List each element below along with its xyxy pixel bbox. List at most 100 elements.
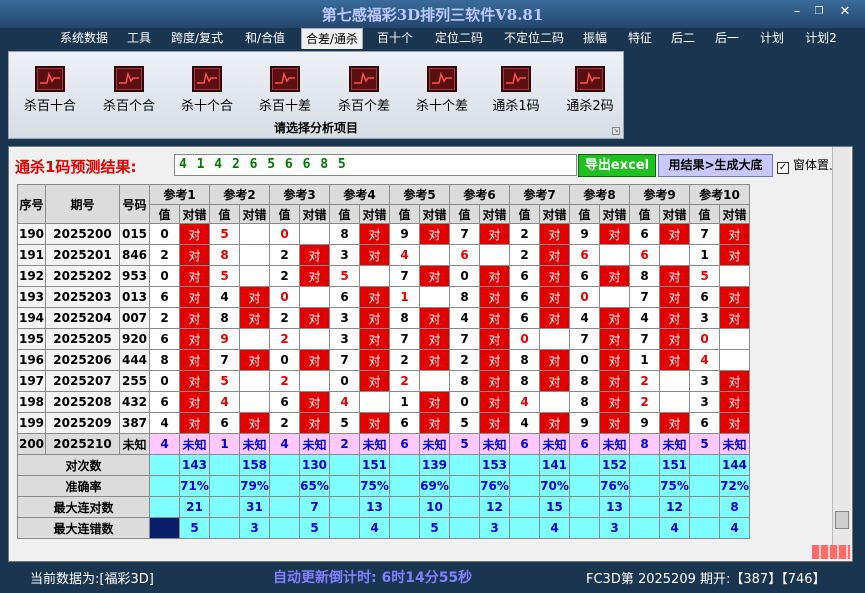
menu-item[interactable]: 计划	[757, 28, 787, 49]
checkbox-icon[interactable]: ✓	[777, 162, 789, 174]
table-row[interactable]: 197 2025207 255 0 对 5 2 0 对 2 8 对 8 对 8 对 2 3 对	[17, 370, 750, 392]
seq-cell: 198	[17, 391, 46, 413]
menu-item[interactable]: 工具	[124, 28, 154, 49]
ref-header[interactable]: 参考10	[689, 184, 750, 205]
result-empty-cell	[239, 265, 270, 287]
result-empty-cell	[599, 244, 630, 266]
menu-item[interactable]: 特征	[625, 28, 655, 49]
ribbon-button[interactable]: 杀百十合	[15, 66, 85, 114]
ref-value-cell: 3	[329, 328, 360, 350]
menu-item[interactable]: 跨度/复式	[166, 28, 228, 49]
prediction-output[interactable]: 4 1 4 2 6 5 6 6 8 5	[174, 154, 577, 176]
predict-result-cell: 未知	[479, 433, 510, 455]
result-hit-cell: 对	[239, 349, 270, 371]
close-icon[interactable]: ✕	[836, 4, 854, 20]
table-row[interactable]: 191 2025201 846 2 对 8 2 对 3 对 4 6 2 对 6 6 1 对	[17, 244, 750, 266]
ref-value-cell: 8	[329, 223, 360, 245]
ref-value-cell: 4	[209, 391, 240, 413]
ribbon-expand-icon[interactable]: ↘	[612, 127, 620, 135]
ribbon-caption: 请选择分析项目	[273, 121, 358, 135]
stats-value-cell: 12	[659, 496, 690, 518]
analysis-panel: 通杀1码预测结果: 4 1 4 2 6 5 6 6 8 5 导出excel 用结…	[8, 146, 853, 562]
predict-row[interactable]: 200 2025210 未知 4 未知 1 未知 4 未知 2 未知 6 未知 5 未知 6 未知 6 未知 8 未知 5…	[17, 433, 750, 455]
ref-value-cell: 9	[629, 412, 660, 434]
menu-item[interactable]: 和/合值	[240, 28, 290, 49]
table-row[interactable]: 196 2025206 444 8 对 7 对 0 对 7 对 2 对 2 对 8 对 0 对 1 对 4	[17, 349, 750, 371]
result-subheader: 对错	[479, 204, 510, 224]
generate-base-button[interactable]: 用结果>生成大底	[658, 154, 773, 177]
ribbon-button[interactable]: 杀百个差	[329, 66, 399, 114]
ref-header[interactable]: 参考5	[389, 184, 450, 205]
ref-value-cell: 1	[629, 349, 660, 371]
predict-value-cell: 6	[509, 433, 540, 455]
restore-icon[interactable]: ❐	[810, 4, 828, 20]
issue-cell: 2025205	[45, 328, 120, 350]
table-row[interactable]: 190 2025200 015 0 对 5 0 8 对 9 对 7 对 2 对 9 对 6 对 7 对	[17, 223, 750, 245]
menu-item[interactable]: 合差/通杀	[301, 28, 363, 49]
menu-item[interactable]: 定位二码	[430, 28, 488, 49]
menu-item[interactable]: 振幅	[580, 28, 610, 49]
table-row[interactable]: 198 2025208 432 6 对 4 6 对 4 1 对 0 对 4 8 对 2 3 对	[17, 391, 750, 413]
ref-value-cell: 2	[269, 412, 300, 434]
table-row[interactable]: 195 2025205 920 6 对 9 2 3 对 7 对 7 对 0 7 对 7 对 0	[17, 328, 750, 350]
ref-value-cell: 6	[689, 286, 720, 308]
col-issue-header: 期号	[45, 184, 120, 224]
ref-value-cell: 6	[149, 286, 180, 308]
ribbon-button[interactable]: 杀百十差	[250, 66, 320, 114]
vertical-scrollbar[interactable]	[832, 147, 850, 547]
ref-value-cell: 6	[209, 412, 240, 434]
code-cell: 846	[119, 244, 150, 266]
window-title: 第七感福彩3D排列三软件V8.81	[321, 6, 544, 24]
chart-icon	[270, 66, 300, 92]
result-hit-cell: 对	[719, 307, 750, 329]
ref-header[interactable]: 参考1	[149, 184, 210, 205]
ref-header[interactable]: 参考3	[269, 184, 330, 205]
scrollbar-thumb[interactable]	[835, 511, 849, 529]
table-row[interactable]: 193 2025203 013 6 对 4 对 0 6 对 1 8 对 6 对 0 7 对 6 对	[17, 286, 750, 308]
col-code-header: 号码	[119, 184, 150, 224]
result-hit-cell: 对	[419, 223, 450, 245]
stats-spacer-cell	[149, 454, 180, 476]
result-empty-cell	[239, 370, 270, 392]
menu-item[interactable]: 不定位二码	[500, 28, 568, 49]
ref-value-cell: 6	[389, 412, 420, 434]
menu-bar: 系统数据 工具 跨度/复式 和/合值 合差/通杀 百十个 定位二码 不定位二码 振幅 特征 后二 后一…	[0, 26, 865, 50]
minimize-icon[interactable]: –	[788, 4, 806, 20]
ref-header[interactable]: 参考8	[569, 184, 630, 205]
ref-value-cell: 8	[209, 244, 240, 266]
ribbon-button[interactable]: 杀十个合	[172, 66, 242, 114]
stats-label: 最大连对数	[17, 496, 150, 518]
code-cell: 432	[119, 391, 150, 413]
export-excel-button[interactable]: 导出excel	[578, 154, 656, 177]
ribbon-button[interactable]: 通杀1码	[481, 66, 551, 114]
menu-item[interactable]: 计划2	[800, 28, 842, 49]
stats-spacer-cell	[269, 496, 300, 518]
table-row[interactable]: 194 2025204 007 2 对 8 对 2 对 3 对 8 对 4 对 6 对 4 对 4 对 3 对	[17, 307, 750, 329]
ref-header[interactable]: 参考9	[629, 184, 690, 205]
chart-icon	[349, 66, 379, 92]
result-empty-cell	[419, 370, 450, 392]
result-subheader: 对错	[239, 204, 270, 224]
result-hit-cell: 对	[719, 391, 750, 413]
menu-item[interactable]: 百十个	[376, 28, 414, 49]
table-row[interactable]: 199 2025209 387 4 对 6 对 2 对 5 对 6 对 5 对 4 对 9 对 9 对 6 对	[17, 412, 750, 434]
ref-header[interactable]: 参考6	[449, 184, 510, 205]
result-hit-cell: 对	[539, 307, 570, 329]
ribbon-button[interactable]: 杀十个差	[407, 66, 477, 114]
ribbon-button[interactable]: 杀百个合	[94, 66, 164, 114]
ref-header[interactable]: 参考4	[329, 184, 390, 205]
ref-header[interactable]: 参考7	[509, 184, 570, 205]
menu-item[interactable]: 后一	[712, 28, 742, 49]
menu-item[interactable]: 系统数据	[55, 28, 113, 49]
stats-value-cell: 75%	[659, 475, 690, 497]
menu-item[interactable]: 后二	[668, 28, 698, 49]
table-row[interactable]: 192 2025202 953 0 对 5 2 对 5 7 对 0 对 6 对 6 对 8 对 5	[17, 265, 750, 287]
stats-spacer-cell	[209, 475, 240, 497]
ribbon-button[interactable]: 通杀2码	[555, 66, 625, 114]
ref-header[interactable]: 参考2	[209, 184, 270, 205]
value-subheader: 值	[449, 204, 480, 224]
stats-value-cell: 21	[179, 496, 210, 518]
ref-value-cell: 6	[569, 265, 600, 287]
ref-value-cell: 6	[449, 244, 480, 266]
ref-value-cell: 0	[509, 328, 540, 350]
